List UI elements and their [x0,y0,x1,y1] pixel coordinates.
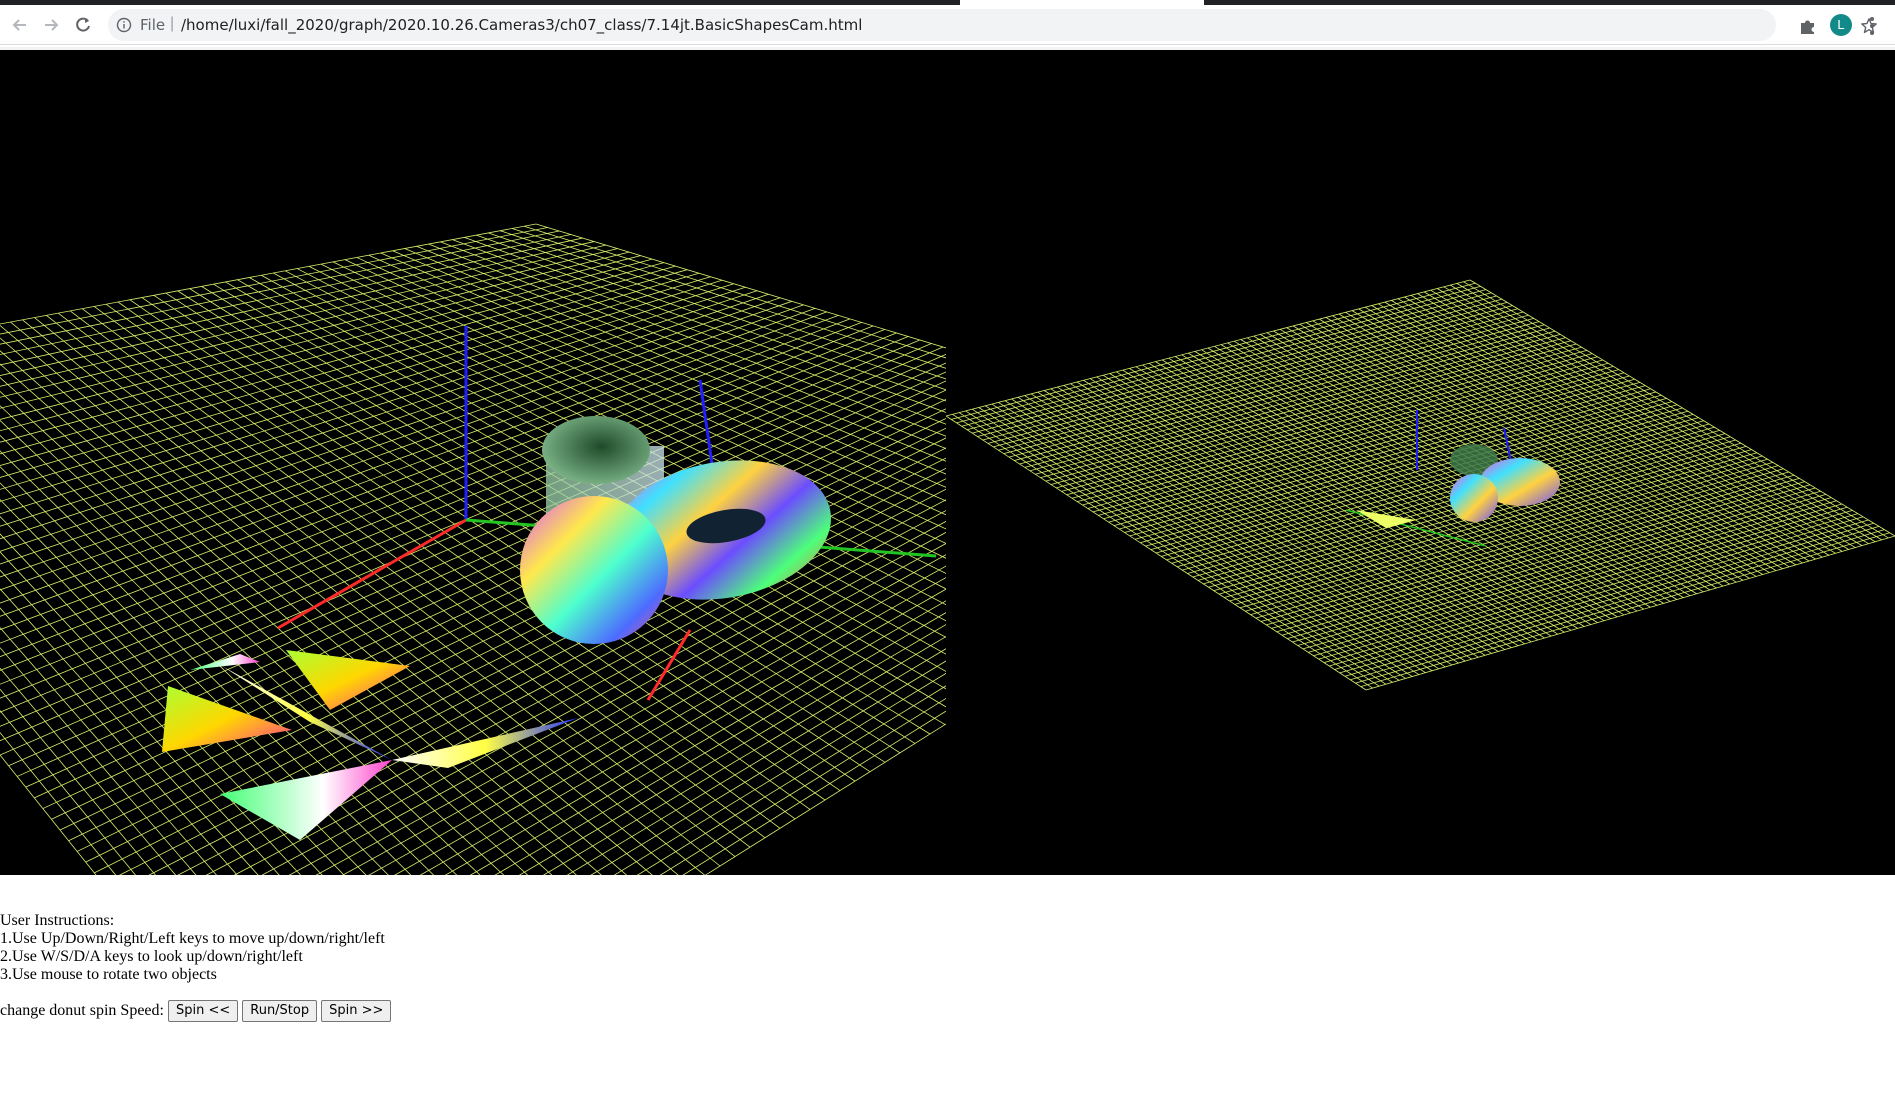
scene-left [0,223,946,875]
puzzle-extension-icon[interactable] [1797,15,1819,37]
scheme-separator: | [170,15,175,32]
forward-button[interactable] [37,11,65,39]
reload-button[interactable] [69,11,97,39]
info-icon[interactable] [116,17,132,33]
forward-arrow-icon [45,19,59,31]
browser-toolbar: File | /home/luxi/fall_2020/graph/2020.1… [0,5,1895,45]
grid-line [0,251,630,409]
run-stop-button[interactable]: Run/Stop [242,1000,318,1022]
grid-line [0,241,595,376]
grid-line [0,234,571,355]
sphere-small[interactable] [1450,474,1498,522]
instruction-item: 3.Use mouse to rotate two objects [0,966,217,983]
spin-speed-controls: change donut spin Speed: Spin << Run/Sto… [0,1000,392,1022]
reload-icon [76,17,90,32]
spin-faster-button[interactable]: Spin >> [321,1000,392,1022]
spin-slower-button[interactable]: Spin << [167,1000,239,1022]
address-bar[interactable]: File | /home/luxi/fall_2020/graph/2020.1… [108,9,1877,41]
instruction-item: 2.Use W/S/D/A keys to look up/down/right… [0,948,303,965]
grid-line [85,437,946,863]
grid-line [0,569,280,875]
back-arrow-icon [12,19,26,31]
instruction-item: 1.Use Up/Down/Right/Left keys to move up… [0,930,385,947]
scene-right [946,279,1895,691]
kebab-menu-icon[interactable] [1862,14,1882,38]
webgl-canvas-left[interactable] [0,50,946,875]
back-button[interactable] [6,11,34,39]
grid-line [0,588,259,875]
grid-line [59,408,946,831]
x-axis [277,518,467,630]
grid-line [94,447,946,874]
triangles[interactable] [162,650,578,840]
url-text[interactable]: /home/luxi/fall_2020/graph/2020.10.26.Ca… [181,16,862,34]
webgl-canvas-right[interactable] [946,50,1895,875]
profile-avatar[interactable]: L [1830,14,1852,36]
grid-line [16,362,946,777]
ground-grid-perspective [946,279,1895,691]
spin-speed-label: change donut spin Speed: [0,1002,164,1019]
user-instructions: User Instructions: 1.Use Up/Down/Right/L… [0,912,385,984]
sphere[interactable] [520,496,668,644]
scheme-label: File [140,16,166,34]
instructions-heading: User Instructions: [0,912,115,929]
